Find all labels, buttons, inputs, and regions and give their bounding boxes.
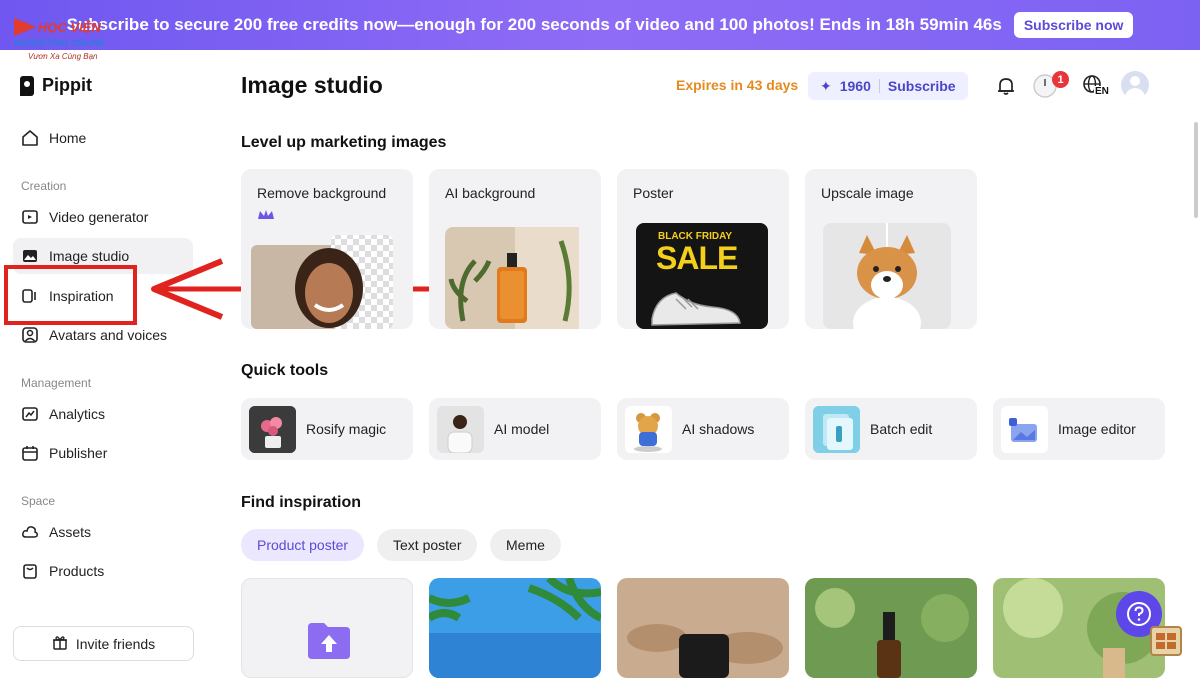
gift-icon bbox=[52, 634, 68, 653]
batch-edit-thumbnail bbox=[813, 405, 860, 453]
film-reel-icon bbox=[1150, 626, 1182, 656]
credits-sparkle-icon: ✦ bbox=[820, 77, 832, 94]
image-editor-thumbnail bbox=[1001, 405, 1048, 453]
card-label: Upscale image bbox=[821, 185, 914, 201]
watermark-line-2: MARKETING ONLINE bbox=[14, 38, 105, 48]
video-plus-icon bbox=[21, 208, 39, 226]
poster-preview: BLACK FRIDAY SALE bbox=[636, 223, 768, 329]
sidebar-item-label: Products bbox=[49, 563, 105, 579]
inspiration-thumbnail-jar[interactable] bbox=[617, 578, 789, 678]
tool-label: Image editor bbox=[1058, 421, 1136, 437]
app-name: Pippit bbox=[42, 75, 92, 95]
subscribe-link[interactable]: Subscribe bbox=[888, 78, 956, 94]
upscale-image-card[interactable]: Upscale image bbox=[805, 169, 977, 329]
language-code: EN bbox=[1094, 86, 1110, 97]
quick-tools-title: Quick tools bbox=[241, 362, 329, 379]
card-label: Remove background bbox=[257, 185, 387, 201]
language-globe-icon[interactable]: EN bbox=[1080, 72, 1110, 100]
sidebar-item-label: Video generator bbox=[49, 209, 149, 225]
batch-edit-tool[interactable]: Batch edit bbox=[805, 398, 977, 460]
rosify-thumbnail bbox=[249, 405, 296, 453]
sidebar-item-label: Home bbox=[49, 130, 87, 146]
sidebar-item-products[interactable]: Products bbox=[13, 553, 193, 589]
section-label-space: Space bbox=[21, 494, 56, 508]
find-inspiration-title: Find inspiration bbox=[241, 494, 361, 511]
ai-shadows-thumbnail bbox=[625, 405, 672, 453]
credits-count: 1960 bbox=[839, 78, 871, 94]
remove-background-preview bbox=[251, 235, 393, 329]
sidebar-item-label: Publisher bbox=[49, 445, 108, 461]
invite-friends-label: Invite friends bbox=[75, 635, 156, 652]
crown-icon bbox=[258, 210, 274, 219]
page-title: Image studio bbox=[241, 72, 383, 98]
promo-banner: Subscribe to secure 200 free credits now… bbox=[0, 0, 1200, 50]
ai-background-card[interactable]: AI background bbox=[429, 169, 601, 329]
sidebar-item-publisher[interactable]: Publisher bbox=[13, 435, 193, 471]
notification-badge: 1 bbox=[1052, 71, 1069, 88]
tool-label: AI model bbox=[494, 421, 550, 437]
sidebar: Pippit Home Creation Video generator Ima… bbox=[0, 50, 210, 675]
ai-shadows-tool[interactable]: AI shadows bbox=[617, 398, 789, 460]
tool-label: Batch edit bbox=[870, 421, 933, 437]
chip-text-poster[interactable]: Text poster bbox=[377, 529, 478, 561]
image-editor-tool[interactable]: Image editor bbox=[993, 398, 1165, 460]
upscale-preview bbox=[823, 223, 951, 329]
question-mark-icon bbox=[1127, 602, 1151, 626]
divider bbox=[878, 79, 880, 93]
rosify-magic-tool[interactable]: Rosify magic bbox=[241, 398, 413, 460]
user-avatar[interactable] bbox=[1121, 71, 1149, 99]
card-label: Poster bbox=[633, 185, 674, 201]
sneaker-icon bbox=[651, 292, 741, 326]
pippit-logo-icon bbox=[20, 75, 34, 96]
sidebar-item-label: Analytics bbox=[49, 406, 106, 422]
watermark-play-icon bbox=[14, 18, 36, 36]
ai-model-tool[interactable]: AI model bbox=[429, 398, 601, 460]
calendar-icon bbox=[21, 444, 39, 462]
poster-line-2: SALE bbox=[656, 240, 738, 276]
promo-text: Subscribe to secure 200 free credits now… bbox=[66, 15, 1002, 34]
subscribe-now-button[interactable]: Subscribe now bbox=[1013, 12, 1134, 38]
sidebar-item-video-generator[interactable]: Video generator bbox=[13, 199, 193, 235]
home-icon bbox=[21, 129, 39, 147]
ai-background-preview bbox=[445, 227, 579, 329]
cloud-icon bbox=[21, 523, 39, 541]
sidebar-item-label: Image studio bbox=[49, 248, 130, 264]
remove-background-card[interactable]: Remove background bbox=[241, 169, 413, 329]
annotation-highlight-box bbox=[4, 265, 137, 325]
sidebar-item-label: Avatars and voices bbox=[49, 327, 168, 343]
page-scrollbar[interactable] bbox=[1194, 122, 1198, 218]
section-label-management: Management bbox=[21, 376, 92, 390]
app-logo[interactable]: Pippit bbox=[20, 75, 92, 96]
expires-label: Expires in 43 days bbox=[676, 77, 799, 93]
card-label: AI background bbox=[445, 185, 536, 201]
image-icon bbox=[21, 247, 39, 265]
sidebar-item-home[interactable]: Home bbox=[13, 120, 193, 156]
product-box-icon bbox=[21, 562, 39, 580]
invite-friends-button[interactable]: Invite friends bbox=[13, 626, 194, 661]
inspiration-thumbnail-dropper[interactable] bbox=[805, 578, 977, 678]
sidebar-item-analytics[interactable]: Analytics bbox=[13, 396, 193, 432]
section-label-creation: Creation bbox=[21, 179, 67, 193]
tool-label: AI shadows bbox=[682, 421, 755, 437]
analytics-icon bbox=[21, 405, 39, 423]
upload-card[interactable] bbox=[241, 578, 413, 678]
upload-folder-icon bbox=[308, 623, 350, 659]
chip-meme[interactable]: Meme bbox=[490, 529, 561, 561]
ai-model-thumbnail bbox=[437, 405, 484, 453]
chip-product-poster[interactable]: Product poster bbox=[241, 529, 365, 561]
credits-subscribe-pill[interactable]: ✦ 1960 Subscribe bbox=[808, 72, 968, 100]
sidebar-item-label: Assets bbox=[49, 524, 92, 540]
avatar-icon bbox=[21, 326, 39, 344]
notification-bell-icon[interactable] bbox=[992, 72, 1020, 100]
level-up-title: Level up marketing images bbox=[241, 134, 447, 151]
tool-label: Rosify magic bbox=[306, 421, 387, 437]
inspiration-thumbnail-beach[interactable] bbox=[429, 578, 601, 678]
poster-card[interactable]: Poster BLACK FRIDAY SALE bbox=[617, 169, 789, 329]
watermark-line-1: HỌC VIỆN bbox=[38, 20, 101, 35]
sidebar-item-assets[interactable]: Assets bbox=[13, 514, 193, 550]
